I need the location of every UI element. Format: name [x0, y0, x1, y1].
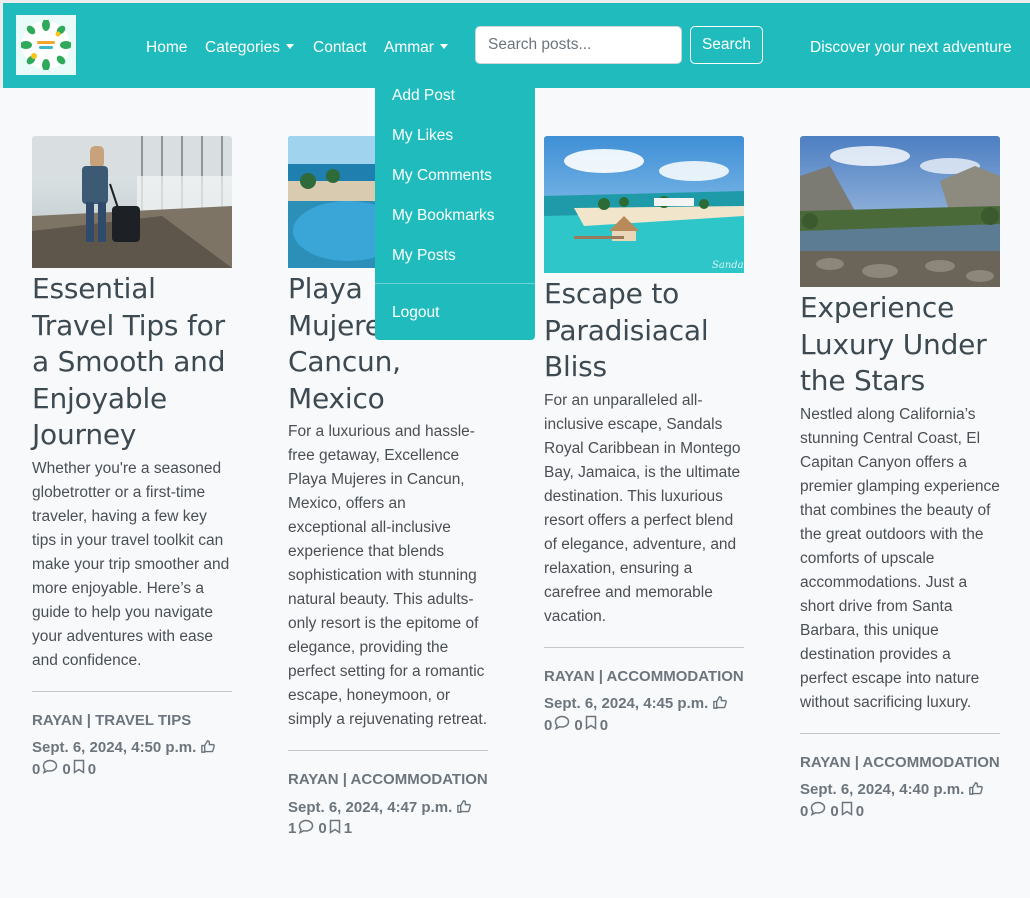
post-date: Sept. 6, 2024, 4:50 p.m. — [32, 739, 197, 756]
post-stats: 1 0 1 — [288, 819, 488, 839]
post-excerpt: Nestled along California’s stunning Cent… — [800, 405, 1000, 711]
menu-item-logout[interactable]: Logout — [392, 304, 439, 322]
menu-item-my-likes[interactable]: My Likes — [392, 127, 453, 145]
site-logo[interactable] — [16, 15, 76, 75]
post-author-category[interactable]: RAYAN | ACCOMMODATION — [544, 667, 744, 687]
post-date: Sept. 6, 2024, 4:45 p.m. — [544, 695, 709, 712]
post-title[interactable]: Experience Luxury Under the Stars — [800, 290, 1000, 400]
comments-count: 0 — [318, 820, 327, 837]
thumbs-up-icon[interactable] — [712, 695, 728, 715]
nav-categories-dropdown[interactable]: Categories — [205, 39, 294, 57]
post-card: Experience Luxury Under the Stars Nestle… — [800, 136, 1000, 821]
bookmark-icon[interactable] — [585, 715, 597, 735]
image-watermark: Sandals — [712, 260, 744, 271]
bookmark-icon[interactable] — [73, 759, 85, 779]
bookmark-icon[interactable] — [841, 801, 853, 821]
post-card: Essential Travel Tips for a Smooth and E… — [32, 136, 232, 779]
comments-count: 0 — [62, 760, 71, 778]
post-date: Sept. 6, 2024, 4:47 p.m. — [288, 798, 453, 816]
post-date-line: Sept. 6, 2024, 4:45 p.m. — [544, 694, 744, 715]
comment-icon[interactable] — [554, 715, 570, 735]
likes-count: 0 — [544, 716, 553, 734]
post-author-category[interactable]: RAYAN | TRAVEL TIPS — [32, 711, 232, 731]
user-dropdown-menu: Add Post My Likes My Comments My Bookmar… — [375, 87, 535, 340]
thumbs-up-icon[interactable] — [968, 781, 984, 801]
navbar: Home Categories Contact Ammar Search Dis… — [0, 0, 1030, 88]
chevron-down-icon — [439, 44, 448, 49]
search-input[interactable] — [475, 26, 682, 64]
post-author-category[interactable]: RAYAN | ACCOMMODATION — [288, 770, 488, 790]
post-stats: 0 0 0 — [544, 715, 744, 735]
post-stats: 0 0 0 — [32, 759, 232, 779]
post-date: Sept. 6, 2024, 4:40 p.m. — [800, 781, 965, 798]
comments-count: 0 — [830, 802, 839, 820]
post-divider — [288, 750, 488, 751]
menu-item-add-post[interactable]: Add Post — [392, 87, 455, 105]
post-author-category[interactable]: RAYAN | ACCOMMODATION — [800, 753, 1000, 773]
menu-item-my-posts[interactable]: My Posts — [392, 247, 456, 265]
nav-user-dropdown[interactable]: Ammar — [384, 39, 448, 57]
site-tagline: Discover your next adventure — [810, 39, 1012, 56]
thumbs-up-icon[interactable] — [456, 799, 472, 819]
post-divider — [544, 646, 744, 648]
nav-user-label: Ammar — [384, 39, 434, 56]
likes-count: 0 — [32, 760, 41, 778]
post-date-line: Sept. 6, 2024, 4:40 p.m. — [800, 780, 1000, 801]
post-image-beach-resort[interactable]: Sandals — [544, 136, 744, 273]
search-button[interactable]: Search — [690, 26, 763, 64]
bookmarks-count: 1 — [343, 820, 353, 837]
bookmark-icon[interactable] — [329, 819, 341, 839]
likes-count: 1 — [288, 820, 297, 837]
bookmarks-count: 0 — [599, 716, 609, 734]
bookmarks-count: 0 — [87, 760, 97, 778]
nav-home-link[interactable]: Home — [146, 39, 187, 57]
post-stats: 0 0 0 — [800, 801, 1000, 821]
nav-contact-link[interactable]: Contact — [313, 39, 366, 57]
post-image-airport[interactable] — [32, 136, 232, 268]
nav-categories-label: Categories — [205, 39, 280, 56]
menu-item-my-comments[interactable]: My Comments — [392, 167, 492, 185]
post-excerpt: Whether you're a seasoned globetrotter o… — [32, 459, 230, 669]
comment-icon[interactable] — [810, 801, 826, 821]
post-divider — [32, 690, 232, 692]
thumbs-up-icon[interactable] — [200, 739, 216, 759]
post-date-line: Sept. 6, 2024, 4:50 p.m. — [32, 738, 232, 759]
post-date-line: Sept. 6, 2024, 4:47 p.m. — [288, 798, 488, 819]
comment-icon[interactable] — [42, 759, 58, 779]
menu-item-my-bookmarks[interactable]: My Bookmarks — [392, 207, 495, 225]
likes-count: 0 — [800, 802, 809, 820]
menu-divider — [375, 283, 535, 284]
post-excerpt: For an unparalleled all-inclusive escape… — [544, 391, 741, 625]
post-divider — [800, 732, 1000, 734]
post-title[interactable]: Essential Travel Tips for a Smooth and E… — [32, 271, 232, 454]
post-title[interactable]: Escape to Paradisiacal Bliss — [544, 276, 744, 386]
chevron-down-icon — [285, 44, 294, 49]
bookmarks-count: 0 — [855, 802, 865, 820]
comment-icon[interactable] — [298, 819, 314, 839]
post-excerpt: For a luxurious and hassle-free getaway,… — [288, 423, 488, 728]
post-card: Sandals Escape to Paradisiacal Bliss For… — [544, 136, 744, 735]
comments-count: 0 — [574, 716, 583, 734]
post-image-canyon-valley[interactable] — [800, 136, 1000, 287]
